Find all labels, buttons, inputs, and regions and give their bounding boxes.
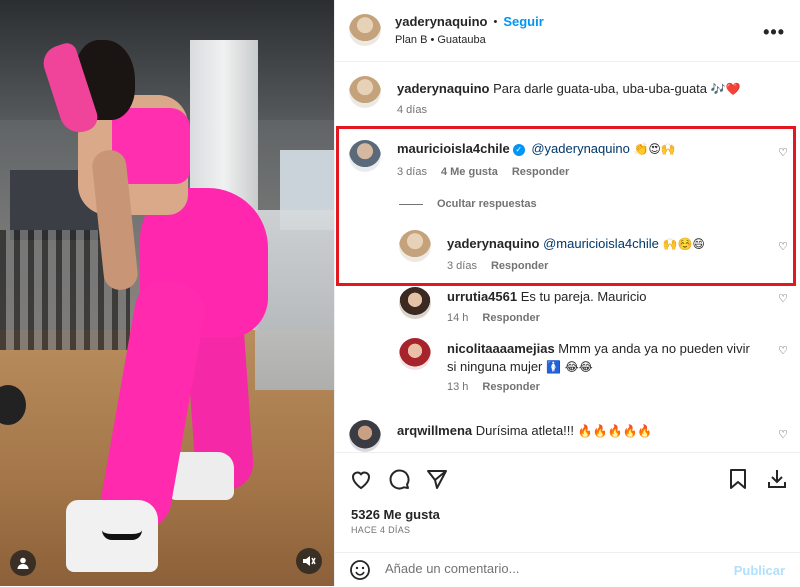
comment-like-icon[interactable]: ♡ [778, 428, 788, 441]
reply-mention[interactable]: @mauricioisla4chile [543, 236, 659, 251]
reply-button[interactable]: Responder [491, 260, 548, 272]
like-heart-icon[interactable] [349, 467, 373, 496]
comment-avatar[interactable] [349, 140, 381, 172]
author-username[interactable]: yaderynaquino [395, 14, 487, 29]
mute-icon[interactable] [296, 548, 322, 574]
hide-replies-label: Ocultar respuestas [437, 198, 537, 210]
post-location[interactable]: Plan B • Guatauba [395, 34, 486, 46]
comment-emoji: 🔥🔥🔥🔥🔥 [577, 424, 653, 438]
caption-emoji: 🎶❤️ [710, 82, 741, 96]
comment-like-icon[interactable]: ♡ [778, 344, 788, 357]
verified-badge-icon: ✓ [512, 143, 525, 156]
post-time-ago[interactable]: HACE 4 DÍAS [351, 525, 410, 535]
post-header: yaderynaquino • Seguir Plan B • Guatauba… [335, 0, 800, 62]
reply-time[interactable]: 3 días [447, 260, 477, 272]
caption-text: Para darle guata-uba, uba-uba-guata [493, 81, 708, 96]
comment-username[interactable]: mauricioisla4chile [397, 141, 510, 156]
separator-dot: • [493, 15, 498, 28]
more-options-icon[interactable]: ••• [763, 22, 785, 43]
share-send-icon[interactable] [425, 467, 449, 496]
author-avatar[interactable] [349, 14, 381, 46]
comment-composer: Publicar [335, 552, 800, 586]
reply-button[interactable]: Responder [482, 312, 539, 324]
comment-avatar[interactable] [349, 420, 381, 452]
post-actions: 5326 Me gusta HACE 4 DÍAS [335, 452, 800, 552]
comment-username[interactable]: arqwillmena [397, 423, 472, 438]
comment-text-continued: si ninguna mujer [447, 359, 543, 374]
hide-replies-line [399, 203, 423, 205]
comment-text: Mmm ya anda ya no pueden vivir [558, 341, 750, 356]
comment-mention[interactable]: @yaderynaquino [531, 141, 629, 156]
bookmark-save-icon[interactable] [727, 467, 749, 496]
likes-count[interactable]: 5326 Me gusta [351, 507, 440, 522]
follow-button[interactable]: Seguir [503, 14, 543, 29]
post-panel: yaderynaquino • Seguir Plan B • Guatauba… [334, 0, 800, 586]
hide-replies-button[interactable]: Ocultar respuestas [399, 198, 537, 210]
caption-time[interactable]: 4 días [397, 104, 427, 116]
comment-bubble-icon[interactable] [387, 467, 411, 496]
comment-username[interactable]: nicolitaaaamejias [447, 341, 555, 356]
comment-avatar[interactable] [399, 287, 431, 319]
comment-like-icon[interactable]: ♡ [778, 292, 788, 305]
download-icon[interactable] [765, 467, 789, 496]
comment-emoji: 🚺 😂😂 [546, 360, 593, 374]
post-media[interactable] [0, 0, 334, 586]
reply-emoji: 🙌☺️😄 [662, 237, 705, 251]
comment-likes[interactable]: 4 Me gusta [441, 166, 498, 178]
reply-button[interactable]: Responder [512, 166, 569, 178]
comment-time[interactable]: 13 h [447, 381, 468, 393]
comment-input[interactable] [385, 561, 715, 576]
comment-emoji: 👏😍🙌 [633, 142, 676, 156]
comment-text: Durísima atleta!!! [475, 423, 575, 438]
reply-avatar[interactable] [399, 230, 431, 262]
tagged-users-icon[interactable] [10, 550, 36, 576]
comment-avatar[interactable] [399, 338, 431, 370]
comment-time[interactable]: 14 h [447, 312, 468, 324]
caption-username[interactable]: yaderynaquino [397, 81, 489, 96]
caption-avatar[interactable] [349, 76, 381, 108]
comment-time[interactable]: 3 días [397, 166, 427, 178]
comment-like-icon[interactable]: ♡ [778, 146, 788, 159]
reply-username[interactable]: yaderynaquino [447, 236, 539, 251]
emoji-picker-icon[interactable] [349, 559, 371, 587]
reply-button[interactable]: Responder [482, 381, 539, 393]
comment-text: Es tu pareja. Mauricio [520, 289, 647, 304]
comment-username[interactable]: urrutia4561 [447, 289, 517, 304]
publish-button[interactable]: Publicar [734, 563, 785, 578]
reply-like-icon[interactable]: ♡ [778, 240, 788, 253]
shoe-logo [102, 530, 142, 540]
